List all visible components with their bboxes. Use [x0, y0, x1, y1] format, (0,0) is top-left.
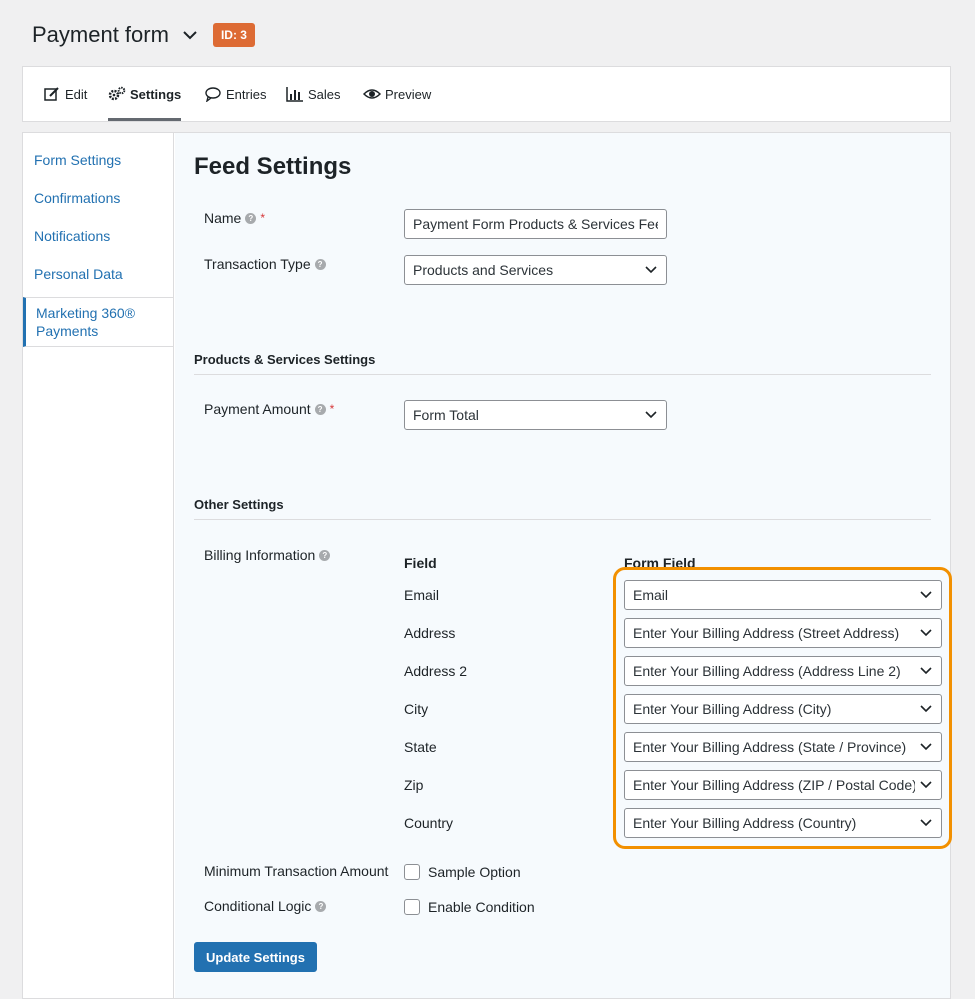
field-column-header: Field [404, 555, 437, 571]
section-divider [194, 374, 931, 375]
help-icon[interactable]: ? [314, 403, 326, 415]
name-input-value: Payment Form Products & Services Feed [413, 216, 658, 232]
min-transaction-amount-label: Minimum Transaction Amount [204, 863, 388, 879]
tab-label: Entries [226, 86, 267, 102]
sample-option-checkbox[interactable]: Sample Option [404, 864, 521, 880]
chevron-down-icon [644, 408, 658, 422]
payment-amount-value: Form Total [413, 407, 479, 423]
checkbox-label: Sample Option [428, 864, 521, 880]
required-asterisk: * [260, 211, 266, 225]
highlight-outline [613, 567, 952, 849]
transaction-type-value: Products and Services [413, 262, 554, 278]
help-icon[interactable]: ? [315, 900, 327, 912]
checkbox[interactable] [404, 864, 420, 880]
eye-icon [363, 85, 381, 103]
tab-settings[interactable]: Settings [108, 67, 182, 121]
billing-row-label: City [404, 701, 429, 717]
billing-information-label-text: Billing Information [204, 547, 316, 563]
billing-row-label: Zip [404, 777, 424, 793]
sidebar-item-marketing-360-payments[interactable]: Marketing 360® Payments [23, 297, 173, 347]
form-tab-bar: Edit Settings Entries Sales Preview [22, 66, 951, 122]
tab-preview[interactable]: Preview [363, 67, 431, 121]
name-input[interactable]: Payment Form Products & Services Feed [404, 209, 667, 239]
payment-amount-label-text: Payment Amount [204, 401, 311, 417]
products-section-title: Products & Services Settings [194, 352, 376, 367]
transaction-type-label-text: Transaction Type [204, 256, 311, 272]
payment-amount-label: Payment Amount ? * [204, 401, 334, 417]
section-divider [194, 519, 931, 520]
payment-amount-select[interactable]: Form Total [404, 400, 667, 430]
tab-entries[interactable]: Entries [204, 67, 266, 121]
checkbox[interactable] [404, 899, 420, 915]
sidebar-item-personal-data[interactable]: Personal Data [23, 255, 173, 293]
transaction-type-label: Transaction Type ? [204, 256, 326, 272]
min-transaction-amount-label-text: Minimum Transaction Amount [204, 863, 389, 879]
billing-row-label: State [404, 739, 437, 755]
other-section-title: Other Settings [194, 497, 284, 512]
name-label: Name ? * [204, 210, 265, 226]
tab-sales[interactable]: Sales [286, 67, 341, 121]
tab-label: Sales [308, 86, 341, 102]
tab-label: Edit [65, 86, 88, 102]
tab-edit[interactable]: Edit [43, 67, 87, 121]
form-id-badge: ID: 3 [212, 23, 255, 47]
name-label-text: Name [204, 210, 242, 226]
settings-panel: Form Settings Confirmations Notification… [22, 132, 951, 999]
tab-label: Preview [385, 86, 432, 102]
help-icon[interactable]: ? [314, 258, 326, 270]
billing-row-label: Address [404, 625, 456, 641]
billing-information-label: Billing Information ? [204, 547, 331, 563]
billing-row-label: Country [404, 815, 454, 831]
billing-row-label: Email [404, 587, 440, 603]
bar-chart-icon [286, 85, 304, 103]
page-title: Payment form [32, 22, 169, 47]
required-asterisk: * [329, 402, 335, 416]
help-icon[interactable]: ? [245, 212, 257, 224]
enable-condition-checkbox[interactable]: Enable Condition [404, 899, 535, 915]
transaction-type-select[interactable]: Products and Services [404, 255, 667, 285]
help-icon[interactable]: ? [319, 549, 331, 561]
chevron-down-icon[interactable] [181, 26, 199, 44]
gear-icon [108, 85, 126, 103]
feed-settings-content: Feed Settings Name ? * Payment Form Prod… [175, 133, 950, 998]
edit-icon [43, 85, 61, 103]
comment-icon [204, 85, 222, 103]
sidebar-item-form-settings[interactable]: Form Settings [23, 141, 173, 179]
page-heading: Feed Settings [194, 153, 352, 180]
billing-row-label: Address 2 [404, 663, 468, 679]
update-settings-button[interactable]: Update Settings [194, 942, 317, 972]
sidebar-item-notifications[interactable]: Notifications [23, 217, 173, 255]
sidebar-item-confirmations[interactable]: Confirmations [23, 179, 173, 217]
checkbox-label: Enable Condition [428, 899, 535, 915]
chevron-down-icon [644, 263, 658, 277]
settings-sidebar: Form Settings Confirmations Notification… [23, 133, 174, 998]
page-header: Payment form ID: 3 [32, 20, 255, 50]
conditional-logic-label: Conditional Logic ? [204, 898, 327, 914]
tab-label: Settings [130, 86, 182, 102]
conditional-logic-label-text: Conditional Logic [204, 898, 312, 914]
